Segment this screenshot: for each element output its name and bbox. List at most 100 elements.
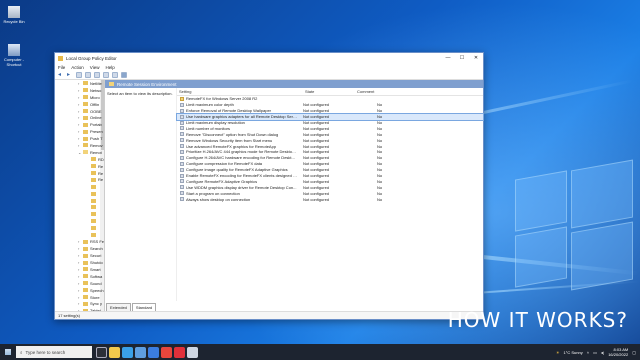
tree-item[interactable]: › Micro bbox=[55, 94, 104, 101]
tree-item[interactable] bbox=[55, 190, 104, 197]
tree-item[interactable] bbox=[55, 183, 104, 190]
table-row[interactable]: Remove Windows Security item from Start … bbox=[177, 137, 483, 143]
up-folder-icon[interactable] bbox=[76, 72, 82, 78]
tree-item[interactable]: › Shutdo bbox=[55, 259, 104, 266]
properties-icon[interactable] bbox=[103, 72, 109, 78]
export-list-icon[interactable] bbox=[94, 72, 100, 78]
volume-icon[interactable]: ◂) bbox=[601, 350, 604, 355]
tree-item[interactable]: ⌄ Remot bbox=[55, 149, 104, 156]
menu-action[interactable]: Action bbox=[71, 65, 84, 70]
explorer-icon[interactable] bbox=[109, 346, 120, 358]
tree-item[interactable]: › Netwo bbox=[55, 87, 104, 94]
maximize-button[interactable]: ☐ bbox=[455, 55, 469, 61]
menu-file[interactable]: File bbox=[58, 65, 65, 70]
weather-text[interactable]: 1°C Sunny bbox=[564, 350, 583, 355]
desktop-icon-recycle-bin[interactable]: Recycle Bin bbox=[0, 6, 28, 24]
tree-item[interactable]: › RSS Fe bbox=[55, 238, 104, 245]
tree-item[interactable] bbox=[55, 232, 104, 239]
chevron-up-icon[interactable]: ˄ bbox=[587, 350, 589, 355]
tree-item[interactable] bbox=[55, 225, 104, 232]
chevron-right-icon[interactable]: › bbox=[78, 115, 79, 120]
table-row[interactable]: Use hardware graphics adapters for all R… bbox=[176, 112, 484, 121]
tree-item[interactable] bbox=[55, 204, 104, 211]
chevron-right-icon[interactable]: › bbox=[78, 253, 79, 258]
chevron-right-icon[interactable]: › bbox=[78, 143, 79, 148]
tree-item[interactable] bbox=[55, 218, 104, 225]
tree-item[interactable]: › Smart bbox=[55, 266, 104, 273]
tree-item[interactable]: › Online bbox=[55, 114, 104, 121]
chevron-right-icon[interactable]: › bbox=[78, 95, 79, 100]
opera-icon[interactable] bbox=[174, 346, 185, 358]
table-row[interactable]: Enable RemoteFX encoding for RemoteFX cl… bbox=[177, 173, 483, 179]
tree-item[interactable]: › Push T bbox=[55, 135, 104, 142]
tree-item[interactable]: RD bbox=[55, 156, 104, 163]
table-row[interactable]: Always show desktop on connection Not con… bbox=[177, 196, 483, 202]
tab-standard[interactable]: Standard bbox=[131, 303, 157, 311]
chevron-right-icon[interactable]: › bbox=[78, 295, 79, 300]
chevron-right-icon[interactable]: › bbox=[78, 267, 79, 272]
tree-item[interactable]: Re bbox=[55, 170, 104, 177]
desktop-icon-computer[interactable]: Computer - Shortcut bbox=[0, 44, 28, 67]
menu-view[interactable]: View bbox=[90, 65, 100, 70]
start-button[interactable] bbox=[0, 344, 16, 360]
table-row[interactable]: Use WDDM graphics display driver for Rem… bbox=[177, 184, 483, 190]
chevron-right-icon[interactable]: › bbox=[78, 288, 79, 293]
chevron-right-icon[interactable]: › bbox=[78, 102, 79, 107]
back-arrow-icon[interactable]: ◂ bbox=[58, 72, 64, 78]
chevron-right-icon[interactable]: › bbox=[78, 129, 79, 134]
tab-extended[interactable]: Extended bbox=[106, 303, 131, 311]
tree-item[interactable]: › Speech bbox=[55, 287, 104, 294]
task-view-icon[interactable] bbox=[96, 346, 107, 358]
menu-help[interactable]: Help bbox=[105, 65, 114, 70]
gpedit-icon[interactable] bbox=[187, 346, 198, 358]
chevron-down-icon[interactable]: ⌄ bbox=[78, 150, 81, 155]
chevron-right-icon[interactable]: › bbox=[78, 274, 79, 279]
edge-icon[interactable] bbox=[122, 346, 133, 358]
close-button[interactable]: ✕ bbox=[469, 55, 483, 61]
column-state[interactable]: State bbox=[296, 89, 352, 94]
table-row[interactable]: Remove "Disconnect" option from Shut Dow… bbox=[177, 131, 483, 137]
filter-icon[interactable] bbox=[121, 72, 127, 78]
table-row[interactable]: Enforce Removal of Remote Desktop Wallpa… bbox=[177, 108, 483, 114]
tree-item[interactable]: › Offlin bbox=[55, 101, 104, 108]
taskbar-search[interactable]: ⌕ Type here to search bbox=[16, 346, 92, 358]
chevron-right-icon[interactable]: › bbox=[78, 136, 79, 141]
forward-arrow-icon[interactable]: ▸ bbox=[67, 72, 73, 78]
chevron-right-icon[interactable]: › bbox=[78, 239, 79, 244]
clock[interactable]: 8:03 AM 16/20/2022 bbox=[608, 347, 628, 357]
minimize-button[interactable]: — bbox=[441, 55, 455, 61]
chevron-right-icon[interactable]: › bbox=[78, 109, 79, 114]
table-row[interactable]: Start a program on connection Not configu… bbox=[177, 190, 483, 196]
notification-icon[interactable]: ▢ bbox=[632, 350, 636, 355]
network-icon[interactable]: ▭ bbox=[593, 350, 597, 355]
tree-item[interactable]: › Portab bbox=[55, 121, 104, 128]
chevron-right-icon[interactable]: › bbox=[78, 88, 79, 93]
tree-item[interactable]: › Softwa bbox=[55, 273, 104, 280]
tree-item[interactable]: Re bbox=[55, 176, 104, 183]
table-row[interactable]: Limit maximum color depth Not configured N… bbox=[177, 102, 483, 108]
tree-item[interactable]: › Search bbox=[55, 245, 104, 252]
tree-item[interactable]: › NetMe bbox=[55, 80, 104, 87]
tree-item[interactable]: › Remov bbox=[55, 142, 104, 149]
chevron-right-icon[interactable]: › bbox=[78, 260, 79, 265]
weather-sun-icon[interactable]: ☀ bbox=[556, 350, 560, 355]
table-row[interactable]: Configure compression for RemoteFX data N… bbox=[177, 161, 483, 167]
column-comment[interactable]: Comment bbox=[352, 89, 483, 94]
table-row[interactable]: Configure RemoteFX Adaptive Graphics Not … bbox=[177, 178, 483, 184]
tree-item[interactable]: › Store bbox=[55, 294, 104, 301]
store-icon[interactable] bbox=[135, 346, 146, 358]
tree-item[interactable]: › Sync y bbox=[55, 301, 104, 308]
table-row[interactable]: Configure image quality for RemoteFX Ada… bbox=[177, 167, 483, 173]
show-hide-tree-icon[interactable] bbox=[85, 72, 91, 78]
tree-item[interactable]: › OOBE bbox=[55, 108, 104, 115]
chevron-right-icon[interactable]: › bbox=[78, 122, 79, 127]
table-row[interactable]: Limit number of monitors Not configured No bbox=[177, 125, 483, 131]
chevron-right-icon[interactable]: › bbox=[78, 246, 79, 251]
tree-item[interactable] bbox=[55, 211, 104, 218]
chrome-icon[interactable] bbox=[161, 346, 172, 358]
tree-item[interactable]: › Securi bbox=[55, 252, 104, 259]
tree-item[interactable] bbox=[55, 197, 104, 204]
title-bar[interactable]: Local Group Policy Editor — ☐ ✕ bbox=[55, 53, 483, 63]
table-row[interactable]: Prioritize H.264/AVC 444 graphics mode f… bbox=[177, 149, 483, 155]
tree-item[interactable]: › Presen bbox=[55, 128, 104, 135]
